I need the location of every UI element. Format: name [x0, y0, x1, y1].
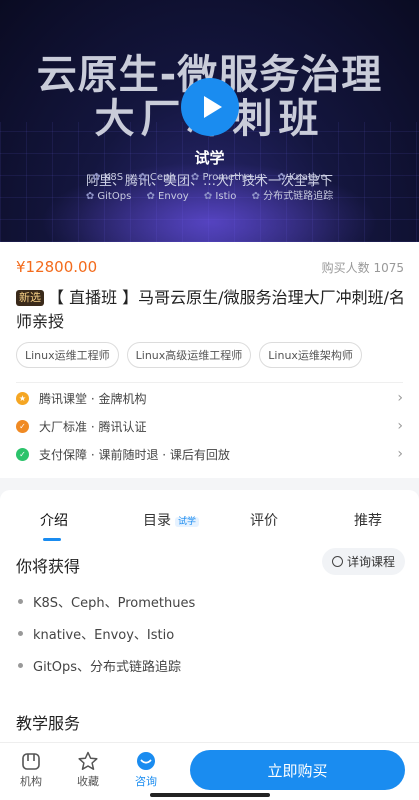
tab-active-indicator	[43, 538, 61, 541]
bottom-action-bar: 机构 收藏 咨询 立即购买	[0, 742, 419, 800]
shield-check-icon: ✓	[16, 447, 29, 461]
banner-tag: Ceph	[138, 172, 175, 183]
buyer-count: 购买人数 1075	[321, 261, 404, 275]
consult-course-button[interactable]: 详询课程	[321, 548, 405, 575]
tab-reviews[interactable]: 评价	[250, 510, 278, 530]
course-info-card: ¥12800.00 购买人数 1075 新选【 直播班 】马哥云原生/微服务治理…	[0, 242, 419, 478]
list-item: GitOps、分布式链路追踪	[18, 656, 181, 675]
tab-bar: 介绍 目录 试学 评价 推荐	[0, 498, 419, 541]
nav-favorite[interactable]: 收藏	[68, 749, 108, 789]
nav-consult-label: 咨询	[135, 775, 157, 788]
banner-tag: GitOps	[86, 191, 131, 202]
nav-consult[interactable]: 咨询	[126, 749, 166, 789]
new-badge: 新选	[16, 290, 44, 306]
chat-bubble-icon	[126, 749, 166, 773]
career-tags: Linux运维工程师 Linux高级运维工程师 Linux运维架构师	[16, 342, 362, 368]
play-icon	[203, 96, 222, 118]
banner-tag: Istio	[204, 191, 237, 202]
section-title-service: 教学服务	[16, 714, 81, 733]
chevron-right-icon: ›	[397, 390, 403, 406]
nav-org-label: 机构	[20, 775, 42, 788]
star-icon	[68, 749, 108, 773]
check-badge-icon: ✓	[16, 419, 29, 433]
tab-catalog[interactable]: 目录 试学	[143, 510, 200, 530]
chat-icon	[331, 556, 343, 567]
course-price: ¥12800.00	[16, 258, 98, 276]
tab-recommend[interactable]: 推荐	[354, 510, 382, 530]
chevron-right-icon: ›	[397, 446, 403, 462]
chevron-right-icon: ›	[397, 418, 403, 434]
tab-intro[interactable]: 介绍	[40, 510, 68, 530]
list-item: K8S、Ceph、Promethues	[18, 592, 195, 611]
medal-icon: ★	[16, 391, 29, 405]
feature-text: 腾讯课堂 · 金牌机构	[39, 391, 147, 406]
bullet-dot	[18, 599, 23, 604]
trial-tag: 试学	[175, 517, 200, 527]
nav-org[interactable]: 机构	[11, 749, 51, 789]
course-title-text: 【 直播班 】马哥云原生/微服务治理大厂冲刺班/名师亲授	[16, 288, 405, 331]
career-tag-chip[interactable]: Linux运维架构师	[259, 342, 362, 368]
banner-tag: K8S	[92, 172, 123, 183]
section-title-gain: 你将获得	[16, 557, 81, 576]
feature-row-certification[interactable]: ✓ 大厂标准 · 腾讯认证 ›	[16, 415, 403, 437]
feature-row-payment[interactable]: ✓ 支付保障 · 课前随时退 · 课后有回放 ›	[16, 443, 403, 465]
course-banner[interactable]: 云原生-微服务治理 大厂冲刺班 阿里、腾讯、美团、…大厂技术一次全拿下 K8S …	[0, 0, 419, 242]
banner-tags-row2: GitOps Envoy Istio 分布式链路追踪	[0, 187, 419, 202]
list-item: knative、Envoy、Istio	[18, 624, 174, 643]
consult-course-label: 详询课程	[346, 555, 395, 569]
banner-tag: Envoy	[146, 191, 188, 202]
bullet-dot	[18, 663, 23, 668]
career-tag-chip[interactable]: Linux运维工程师	[16, 342, 119, 368]
list-item-text: K8S、Ceph、Promethues	[33, 596, 196, 611]
divider	[16, 382, 403, 383]
banner-tags-row1: K8S Ceph Prometheus Knative	[0, 172, 419, 183]
feature-row-institution[interactable]: ★ 腾讯课堂 · 金牌机构 ›	[16, 387, 403, 409]
store-icon	[11, 749, 51, 773]
buy-now-button[interactable]: 立即购买	[190, 750, 405, 790]
tab-catalog-label: 目录	[143, 513, 171, 529]
career-tag-chip[interactable]: Linux高级运维工程师	[126, 342, 252, 368]
nav-favorite-label: 收藏	[77, 775, 99, 788]
banner-tag: Knative	[277, 172, 326, 183]
bullet-dot	[18, 631, 23, 636]
list-item-text: knative、Envoy、Istio	[33, 628, 175, 643]
home-indicator	[150, 793, 270, 797]
banner-tag: Prometheus	[191, 172, 262, 183]
list-item-text: GitOps、分布式链路追踪	[33, 660, 182, 675]
course-detail-page: 云原生-微服务治理 大厂冲刺班 阿里、腾讯、美团、…大厂技术一次全拿下 K8S …	[0, 0, 419, 800]
course-title: 新选【 直播班 】马哥云原生/微服务治理大厂冲刺班/名师亲授	[16, 286, 408, 334]
banner-tag: 分布式链路追踪	[252, 191, 334, 202]
feature-text: 支付保障 · 课前随时退 · 课后有回放	[39, 447, 230, 462]
feature-text: 大厂标准 · 腾讯认证	[39, 419, 147, 434]
play-button[interactable]	[181, 78, 239, 136]
trial-label[interactable]: 试学	[0, 147, 419, 168]
